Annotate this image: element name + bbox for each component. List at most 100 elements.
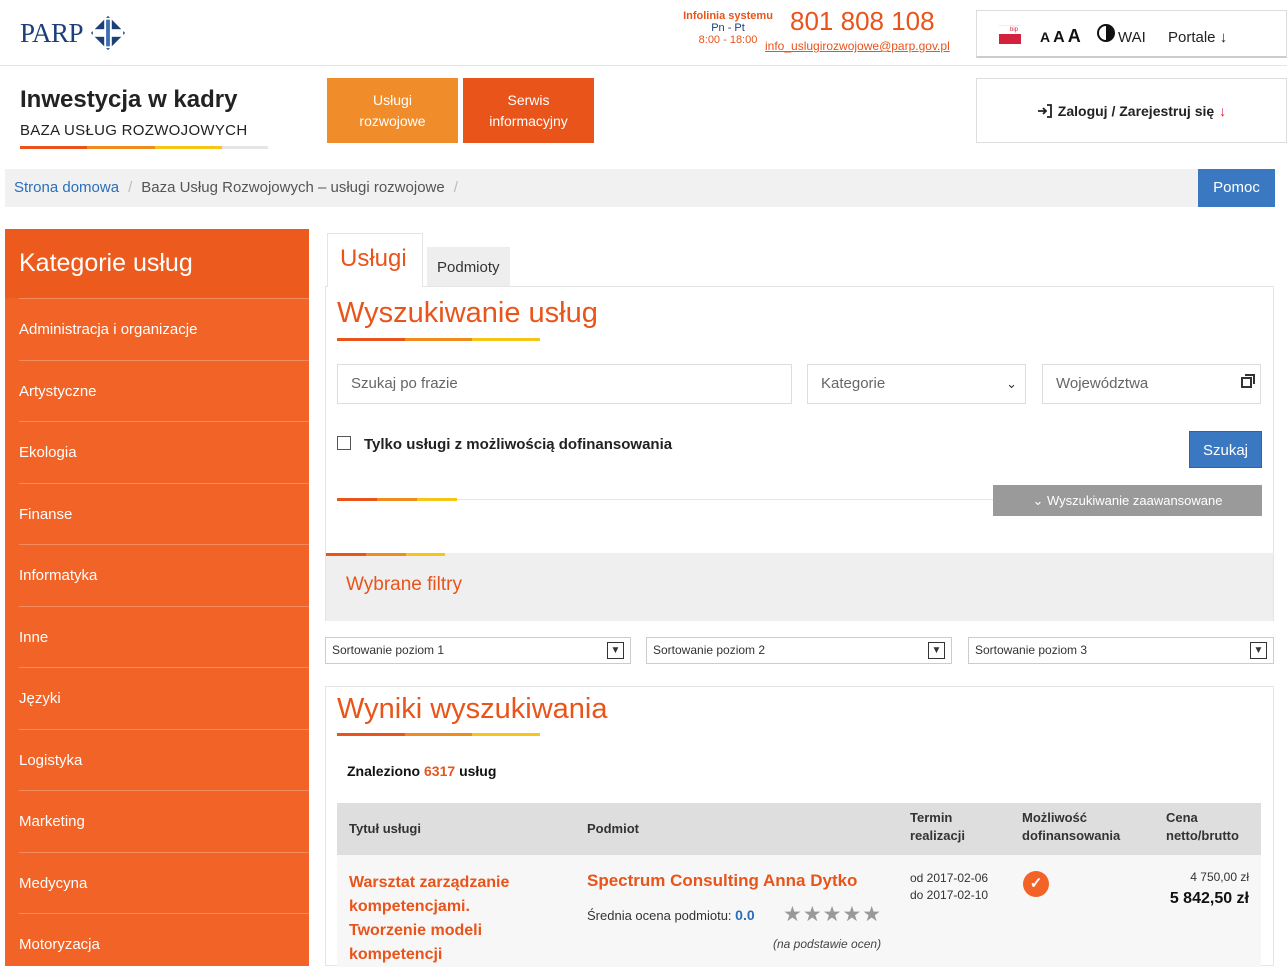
parp-logo-icon [90, 15, 126, 51]
breadcrumb-home-link[interactable]: Strona domowa [14, 179, 119, 196]
selected-filters-title: Wybrane filtry [346, 574, 462, 595]
sidebar-item-informatyka[interactable]: Informatyka [19, 544, 309, 606]
dropdown-arrow-icon: ▼ [1250, 642, 1267, 659]
chevron-down-icon: ⌄ [1006, 376, 1017, 391]
bip-text: bip [999, 25, 1021, 34]
breadcrumb-separator: / [128, 179, 133, 196]
results-count: Znaleziono 6317 usług [347, 763, 496, 779]
brand-underline [20, 146, 268, 149]
search-title: Wyszukiwanie usług [337, 297, 598, 329]
sidebar-item-finanse[interactable]: Finanse [19, 482, 309, 545]
search-button[interactable]: Szukaj [1189, 431, 1262, 468]
provider-link[interactable]: Spectrum Consulting Anna Dytko [587, 871, 857, 891]
sidebar-item-artystyczne[interactable]: Artystyczne [19, 359, 309, 422]
font-size-large-button[interactable]: A [1068, 26, 1081, 46]
arrow-down-icon: ↓ [1219, 102, 1227, 119]
breadcrumb-separator: / [453, 179, 458, 196]
breadcrumb-current: Baza Usług Rozwojowych – usługi rozwojow… [141, 179, 445, 196]
contrast-icon[interactable] [1097, 24, 1115, 42]
selected-filters: Wybrane filtry [326, 553, 1273, 621]
column-provider[interactable]: Podmiot [587, 820, 639, 838]
sidebar-item-medycyna[interactable]: Medycyna [19, 851, 309, 914]
nav-serwis-line2: informacyjny [489, 113, 568, 129]
tab-uslugi[interactable]: Usługi [327, 233, 423, 287]
nav-serwis-informacyjny-button[interactable]: Serwis informacyjny [463, 78, 594, 143]
star-rating-icon: ★★★★★ [783, 903, 883, 926]
rating-basis: (na podstawie ocen) [773, 937, 882, 951]
logo-text: PARP [20, 17, 84, 48]
results-title: Wyniki wyszukiwania [337, 693, 608, 725]
login-arrow-icon [1037, 103, 1052, 118]
search-panel: Wyszukiwanie usług Szukaj po frazie Kate… [325, 286, 1274, 621]
portale-dropdown[interactable]: Portale ↓ [1168, 29, 1227, 46]
results-title-underline [337, 733, 540, 736]
helpline-email-link[interactable]: info_uslugirozwojowe@parp.gov.pl [765, 39, 950, 53]
sort-level-1-select[interactable]: Sortowanie poziom 1 ▼ [325, 637, 631, 664]
sort-level-2-value: Sortowanie poziom 2 [653, 643, 766, 657]
sidebar-item-motoryzacja[interactable]: Motoryzacja [19, 913, 309, 975]
sidebar-item-inne[interactable]: Inne [19, 605, 309, 668]
price-net: 4 750,00 zł [1190, 870, 1249, 884]
font-size-medium-button[interactable]: A [1053, 29, 1065, 46]
results-panel: Wyniki wyszukiwania Znaleziono 6317 usłu… [325, 686, 1274, 967]
login-register-button[interactable]: Zaloguj / Zarejestruj się ↓ [976, 78, 1287, 143]
provider-rating: Średnia ocena podmiotu: 0.0 [587, 907, 755, 923]
bip-flag-icon[interactable]: bip [999, 25, 1021, 47]
accessibility-bar: bip AAA WAI Portale ↓ [976, 10, 1287, 58]
sidebar-item-ekologia[interactable]: Ekologia [19, 421, 309, 483]
helpline-label: Infolinia systemu [683, 10, 773, 22]
column-price-line1: Cena [1166, 810, 1198, 825]
search-title-underline [337, 338, 540, 341]
helpline-phone[interactable]: 801 808 108 [790, 6, 935, 37]
results-count-suffix: usług [459, 763, 497, 779]
region-select[interactable]: Województwa [1042, 364, 1261, 404]
brand-subtitle: BAZA USŁUG ROZWOJOWYCH [20, 122, 248, 139]
search-phrase-input[interactable]: Szukaj po frazie [337, 364, 792, 404]
results-table-header: Tytuł usługi Podmiot Termin realizacji M… [337, 803, 1261, 855]
sort-level-2-select[interactable]: Sortowanie poziom 2 ▼ [646, 637, 952, 664]
sort-level-3-value: Sortowanie poziom 3 [975, 643, 1088, 657]
nav-uslugi-rozwojowe-button[interactable]: Usługi rozwojowe [327, 78, 458, 143]
funding-only-label: Tylko usługi z możliwością dofinansowani… [364, 436, 673, 453]
sort-level-1-value: Sortowanie poziom 1 [332, 643, 445, 657]
sidebar-item-jezyki[interactable]: Języki [19, 667, 309, 729]
rating-value: 0.0 [735, 907, 755, 923]
sidebar-item-administracja[interactable]: Administracja i organizacje [19, 298, 309, 360]
sidebar-item-marketing[interactable]: Marketing [19, 790, 309, 852]
results-count-prefix: Znaleziono [347, 763, 421, 779]
wai-link[interactable]: WAI [1118, 29, 1146, 46]
category-sidebar: Kategorie usług Administracja i organiza… [5, 229, 309, 966]
funding-only-checkbox[interactable] [337, 436, 351, 450]
parp-logo[interactable]: PARP [20, 14, 127, 52]
service-title-link[interactable]: Warsztat zarządzanie kompetencjami. Twor… [349, 871, 549, 967]
tab-podmioty[interactable]: Podmioty [427, 247, 510, 287]
sort-level-3-select[interactable]: Sortowanie poziom 3 ▼ [968, 637, 1274, 664]
dropdown-arrow-icon: ▼ [607, 642, 624, 659]
category-select[interactable]: Kategorie ⌄ [807, 364, 1026, 404]
price-gross: 5 842,50 zł [1169, 890, 1249, 907]
font-size-small-button[interactable]: A [1040, 29, 1050, 45]
funding-check-icon: ✓ [1023, 871, 1049, 897]
brand-title: Inwestycja w kadry [20, 86, 238, 113]
helpline-days: Pn - Pt [711, 22, 745, 34]
nav-uslugi-line1: Usługi [373, 92, 412, 108]
sidebar-item-logistyka[interactable]: Logistyka [19, 728, 309, 791]
column-price[interactable]: Cena netto/brutto [1166, 809, 1256, 845]
column-funding-line2: dofinansowania [1022, 828, 1121, 843]
date-to: do 2017-02-10 [910, 888, 989, 902]
advanced-search-button[interactable]: ⌄ Wyszukiwanie zaawansowane [993, 485, 1262, 516]
results-count-number: 6317 [424, 763, 456, 779]
column-term[interactable]: Termin realizacji [910, 809, 990, 845]
region-select-value: Województwa [1056, 375, 1149, 392]
column-funding[interactable]: Możliwość dofinansowania [1022, 809, 1132, 845]
popup-window-icon [1241, 374, 1255, 388]
chevron-down-icon: ⌄ [1032, 493, 1048, 508]
column-title[interactable]: Tytuł usługi [349, 820, 421, 838]
advanced-search-label: Wyszukiwanie zaawansowane [1047, 493, 1223, 508]
column-term-line2: realizacji [910, 828, 965, 843]
sidebar-title: Kategorie usług [5, 229, 309, 298]
brand-block[interactable]: Inwestycja w kadry BAZA USŁUG ROZWOJOWYC… [20, 86, 247, 139]
realization-dates: od 2017-02-06 do 2017-02-10 [910, 870, 988, 904]
help-button[interactable]: Pomoc [1198, 169, 1275, 207]
nav-serwis-line1: Serwis [507, 92, 550, 108]
